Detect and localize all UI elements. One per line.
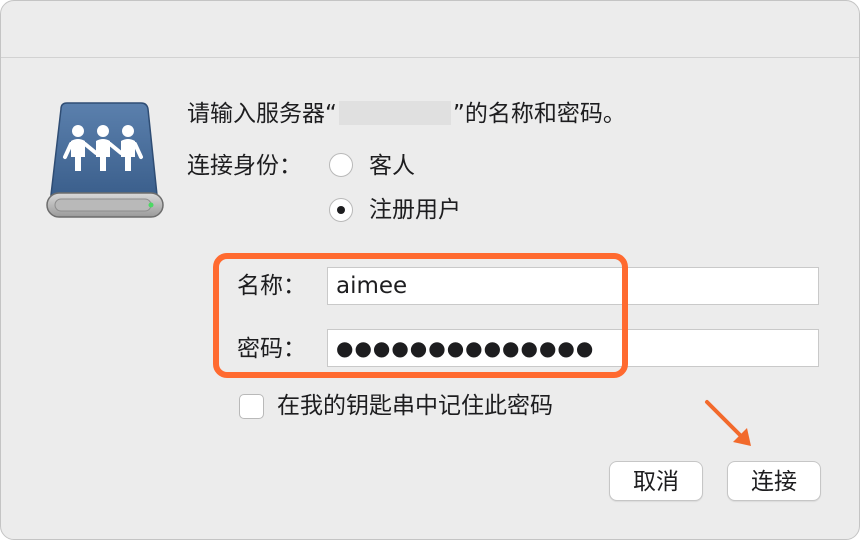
highlight-box <box>213 253 628 378</box>
server-prompt: 请输入服务器“ ”的名称和密码。 <box>187 97 626 131</box>
connect-button[interactable]: 连接 <box>727 461 821 501</box>
title-bar <box>1 1 859 58</box>
remember-password-checkbox[interactable] <box>239 394 264 419</box>
server-login-dialog: 请输入服务器“ ”的名称和密码。 连接身份： 客人 注册用户 名称： aimee … <box>0 0 860 540</box>
annotation-arrow-icon <box>699 396 759 450</box>
registered-user-label[interactable]: 注册用户 <box>369 195 461 225</box>
connect-as-label: 连接身份： <box>187 153 302 179</box>
shared-server-icon <box>45 101 165 221</box>
guest-label[interactable]: 客人 <box>369 151 415 181</box>
remember-password-label[interactable]: 在我的钥匙串中记住此密码 <box>277 391 553 421</box>
registered-user-radio[interactable] <box>329 198 353 222</box>
radio-selected-dot <box>337 206 345 214</box>
prompt-text-end: ”的名称和密码。 <box>452 101 626 127</box>
redacted-server-name <box>338 101 451 125</box>
prompt-text-start: 请输入服务器“ <box>187 101 337 127</box>
guest-radio[interactable] <box>329 153 353 177</box>
cancel-button[interactable]: 取消 <box>609 461 703 501</box>
